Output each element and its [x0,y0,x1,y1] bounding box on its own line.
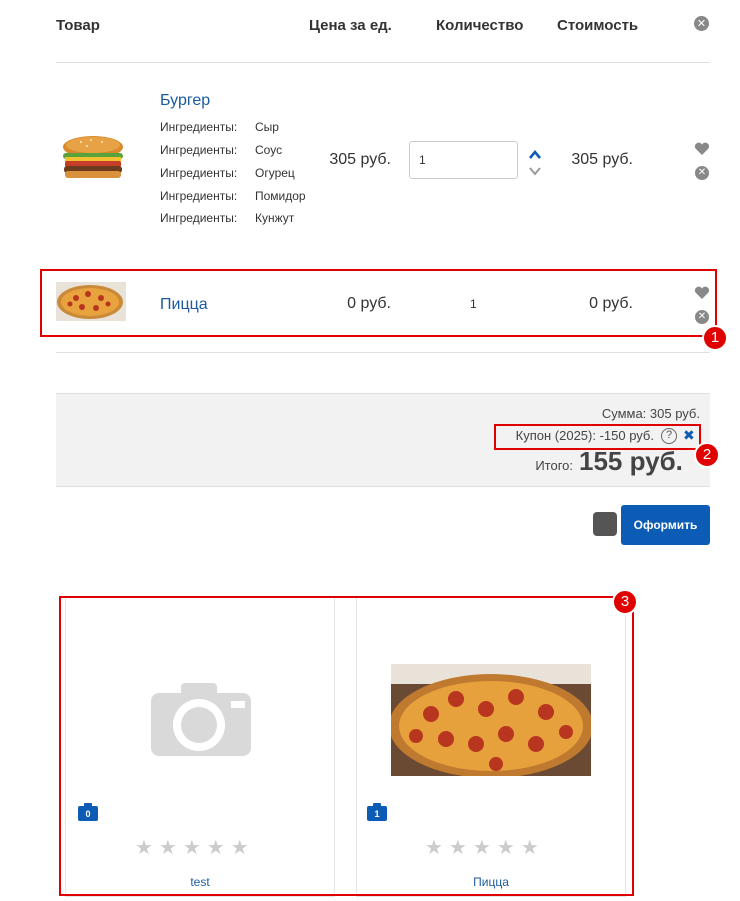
ingredient-value: Помидор [255,189,306,203]
chevron-up-icon[interactable] [528,146,542,159]
row-total: 305 руб. [571,151,633,168]
column-header-cost: Стоимость [557,17,639,34]
total-value: 155 руб. [579,446,683,476]
ingredient-value: Сыр [255,120,279,134]
ingredient-label: Ингредиенты: [160,143,238,157]
annotation-box [494,424,701,450]
ingredient-label: Ингредиенты: [160,166,238,180]
ingredient-label: Ингредиенты: [160,120,238,134]
clear-cart-icon[interactable]: ✕ [694,16,709,31]
ingredient-label: Ингредиенты: [160,189,238,203]
annotation-number: 2 [694,442,720,468]
quantity-input[interactable]: 1 [409,141,518,179]
annotation-box [40,269,717,337]
column-header-quantity: Количество [436,17,524,34]
product-name-burger[interactable]: Бургер [160,92,210,110]
ingredient-value: Огурец [255,166,295,180]
ingredient-value: Соус [255,143,283,157]
checkout-button[interactable]: Оформить [621,505,710,545]
total-label: Итого: [535,458,573,473]
secondary-action-button[interactable] [593,512,617,536]
annotation-number: 3 [612,589,638,615]
divider [56,62,710,63]
annotation-number: 1 [702,325,728,351]
divider [56,352,710,353]
unit-price: 305 руб. [329,151,391,168]
heart-icon[interactable] [694,141,710,155]
chevron-down-icon[interactable] [528,162,542,176]
annotation-box [59,596,634,896]
column-header-product: Товар [56,17,100,34]
burger-image[interactable] [59,133,127,179]
subtotal: Сумма: 305 руб. [601,406,700,421]
ingredient-label: Ингредиенты: [160,211,238,225]
ingredient-value: Кунжут [255,211,295,225]
remove-item-icon[interactable]: ✕ [695,166,709,180]
column-header-price: Цена за ед. [309,17,392,34]
